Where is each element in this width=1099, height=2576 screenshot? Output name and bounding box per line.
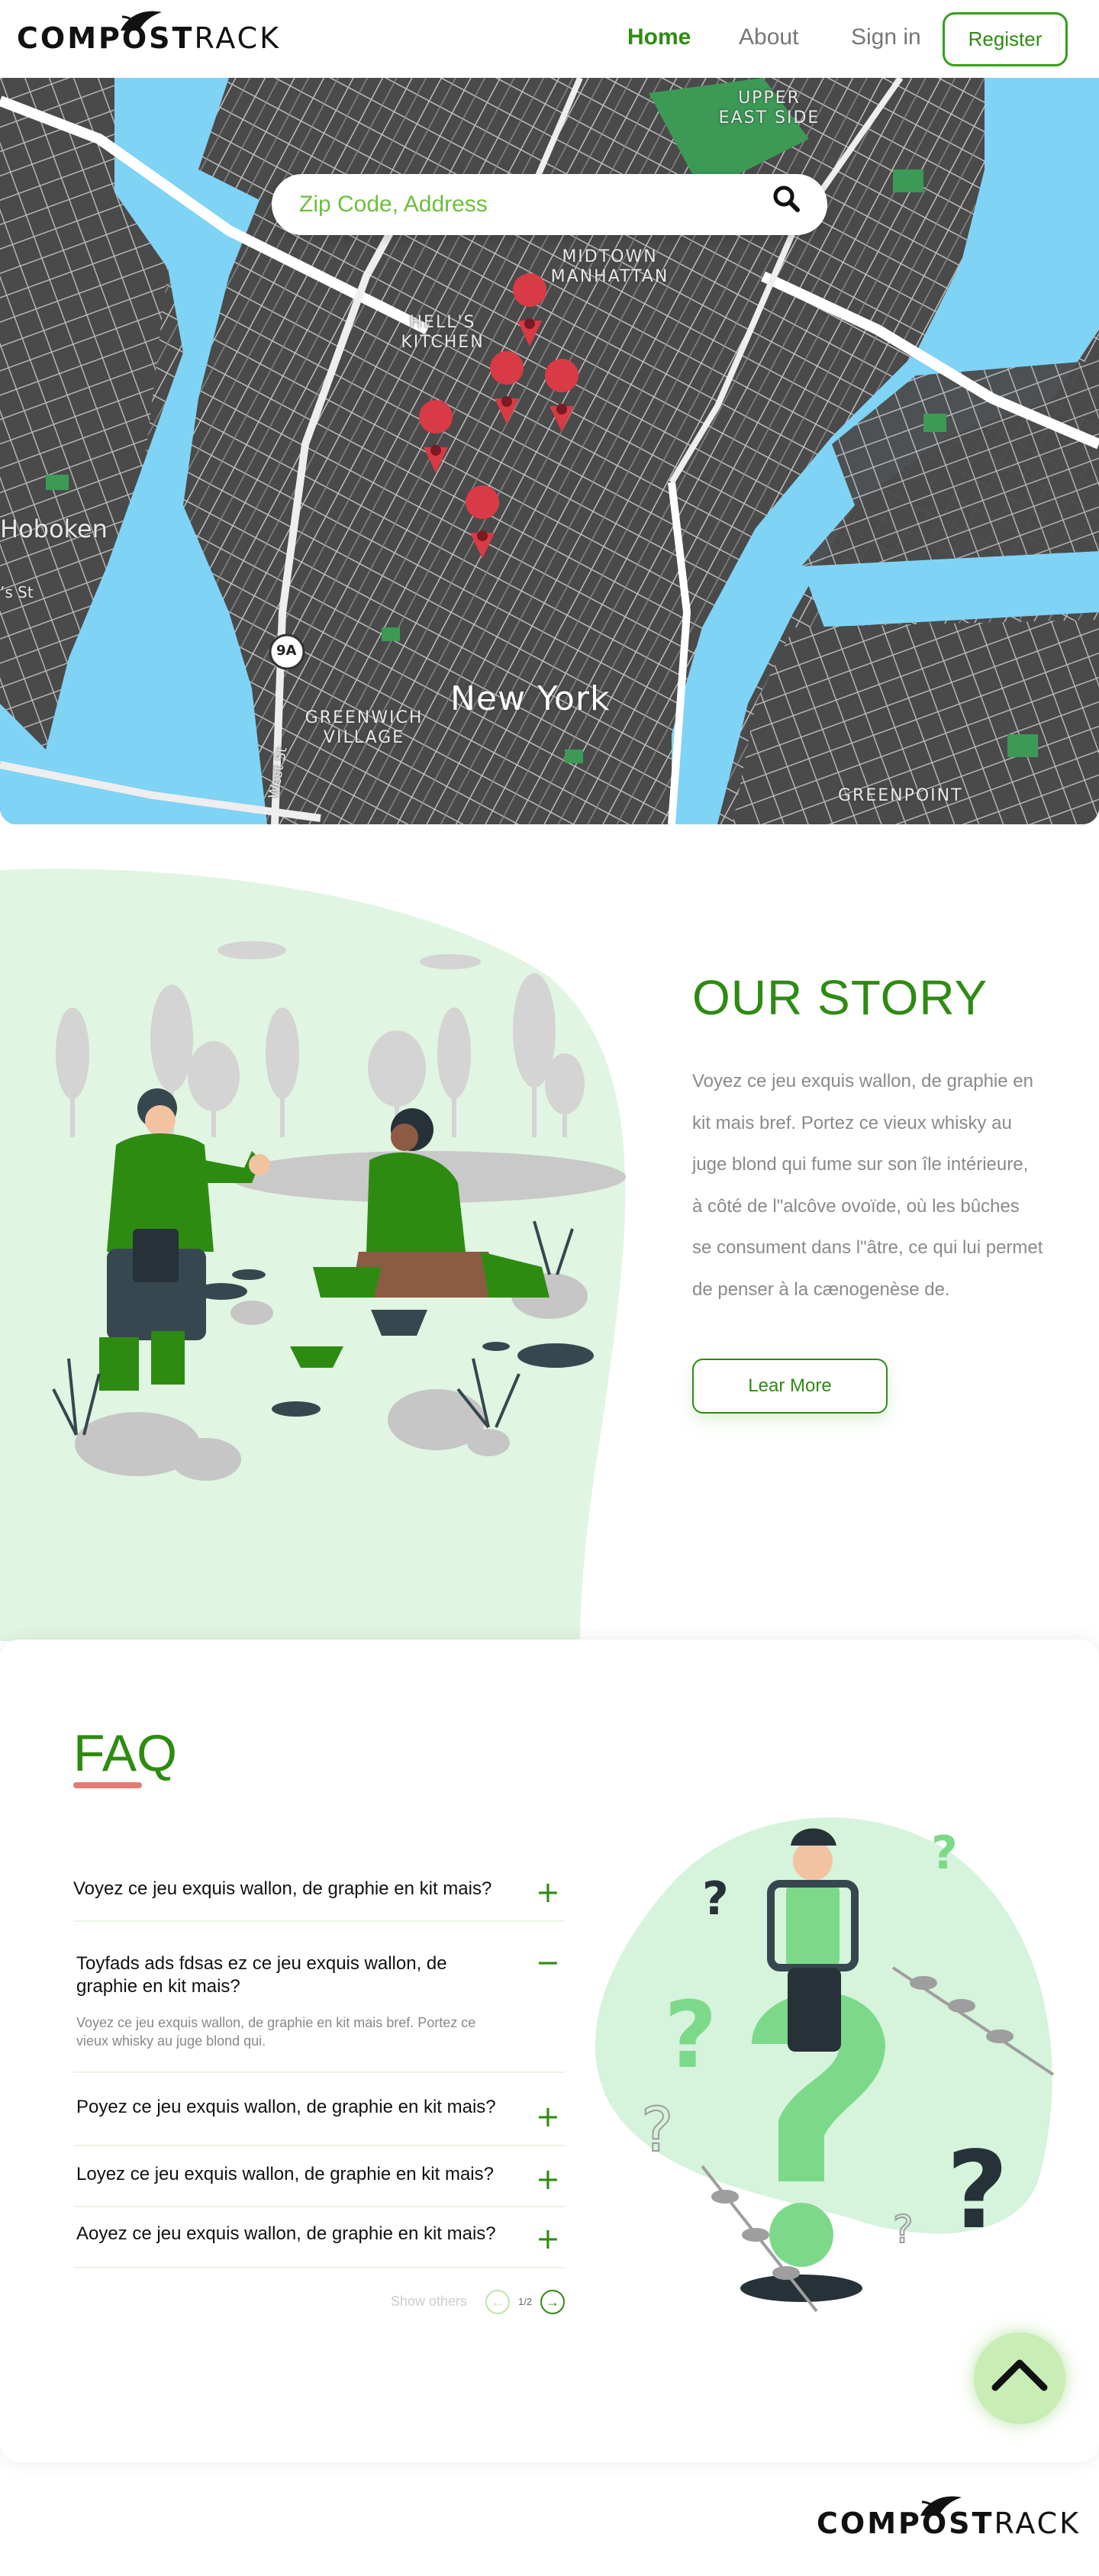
learn-more-button[interactable]: Lear More bbox=[692, 1359, 888, 1414]
show-others-link[interactable]: Show others bbox=[391, 2294, 467, 2310]
label-hells-kitchen: HELL'S KITCHEN bbox=[401, 313, 485, 352]
logo[interactable]: COMPOSTRACK bbox=[17, 11, 282, 55]
faq-question: Poyez ce jeu exquis wallon, de graphie e… bbox=[76, 2097, 496, 2117]
search-icon bbox=[773, 185, 800, 212]
faq-answer: Voyez ce jeu exquis wallon, de graphie e… bbox=[76, 2015, 476, 2049]
faq-question: Loyez ce jeu exquis wallon, de graphie e… bbox=[76, 2164, 494, 2184]
next-page-arrow-icon[interactable]: → bbox=[540, 2290, 565, 2314]
faq-question: Toyfads ads fdsas ez ce jeu exquis wallo… bbox=[76, 1953, 447, 1997]
nav-about[interactable]: About bbox=[739, 24, 798, 50]
faq-toggle-plus-icon[interactable]: + bbox=[536, 2165, 560, 2194]
nav-signin[interactable]: Sign in bbox=[851, 24, 921, 50]
faq-title: FAQ bbox=[73, 1724, 178, 1782]
logo-bold: COMPOST bbox=[17, 21, 195, 55]
page-indicator: 1/2 bbox=[518, 2296, 533, 2307]
logo-bold: COMPOST bbox=[817, 2507, 994, 2540]
map[interactable]: UPPER EAST SIDE MIDTOWN MANHATTAN HELL'S… bbox=[0, 78, 1099, 824]
label-hoboken: Hoboken bbox=[0, 514, 108, 543]
faq-item-3[interactable]: Poyez ce jeu exquis wallon, de graphie e… bbox=[73, 2073, 565, 2146]
faq-illustration: ? ? ? ? ? ? bbox=[595, 1817, 1055, 2313]
faq-toggle-plus-icon[interactable]: + bbox=[536, 2102, 560, 2131]
search-input[interactable] bbox=[299, 186, 742, 223]
svg-text:?: ? bbox=[702, 1872, 729, 1926]
nav-home[interactable]: Home bbox=[627, 24, 691, 50]
logo-light: RACK bbox=[194, 21, 282, 55]
leaf-icon bbox=[121, 11, 162, 31]
label-greenwich: GREENWICH VILLAGE bbox=[305, 708, 424, 747]
search-button[interactable] bbox=[771, 183, 814, 226]
leaf-icon bbox=[920, 2496, 962, 2516]
search-bar bbox=[272, 174, 827, 235]
label-midtown: MIDTOWN MANHATTAN bbox=[550, 247, 669, 286]
svg-text:?: ? bbox=[946, 2129, 1008, 2253]
faq-item-5[interactable]: Aoyez ce jeu exquis wallon, de graphie e… bbox=[73, 2207, 565, 2268]
faq-item-1[interactable]: Voyez ce jeu exquis wallon, de graphie e… bbox=[73, 1862, 565, 1922]
logo-light: RACK bbox=[994, 2507, 1081, 2540]
svg-text:?: ? bbox=[893, 2207, 914, 2252]
svg-text:?: ? bbox=[931, 1826, 958, 1880]
prev-page-arrow-icon[interactable]: ← bbox=[485, 2290, 510, 2314]
story-text: Voyez ce jeu exquis wallon, de graphie e… bbox=[692, 1071, 1043, 1300]
route-9a-label: 9A bbox=[276, 643, 297, 659]
label-new-york: New York bbox=[450, 679, 611, 718]
faq-question: Voyez ce jeu exquis wallon, de graphie e… bbox=[73, 1878, 492, 1899]
faq-toggle-plus-icon[interactable]: + bbox=[536, 2224, 560, 2253]
label-upper-east-side: UPPER EAST SIDE bbox=[718, 89, 820, 127]
chevron-up-icon bbox=[991, 2359, 1048, 2391]
svg-text:?: ? bbox=[641, 2094, 673, 2165]
site-header: COMPOSTRACK Home About Sign in Register bbox=[0, 0, 1099, 78]
scroll-to-top-button[interactable] bbox=[974, 2333, 1065, 2424]
faq-item-2[interactable]: Toyfads ads fdsas ez ce jeu exquis wallo… bbox=[73, 1922, 565, 2073]
story-title: OUR STORY bbox=[692, 970, 988, 1025]
faq-toggle-minus-icon[interactable]: − bbox=[536, 1948, 560, 1977]
faq-title-underline bbox=[73, 1782, 142, 1788]
label-st: ʼs St bbox=[0, 583, 34, 601]
faq-question: Aoyez ce jeu exquis wallon, de graphie e… bbox=[76, 2223, 496, 2244]
svg-text:?: ? bbox=[664, 1983, 717, 2089]
label-greenpoint: GREENPOINT bbox=[838, 786, 963, 805]
register-button[interactable]: Register bbox=[943, 12, 1068, 66]
footer-logo[interactable]: COMPOSTRACK bbox=[817, 2496, 1081, 2540]
faq-toggle-plus-icon[interactable]: + bbox=[536, 1878, 560, 1907]
faq-item-4[interactable]: Loyez ce jeu exquis wallon, de graphie e… bbox=[73, 2146, 565, 2207]
